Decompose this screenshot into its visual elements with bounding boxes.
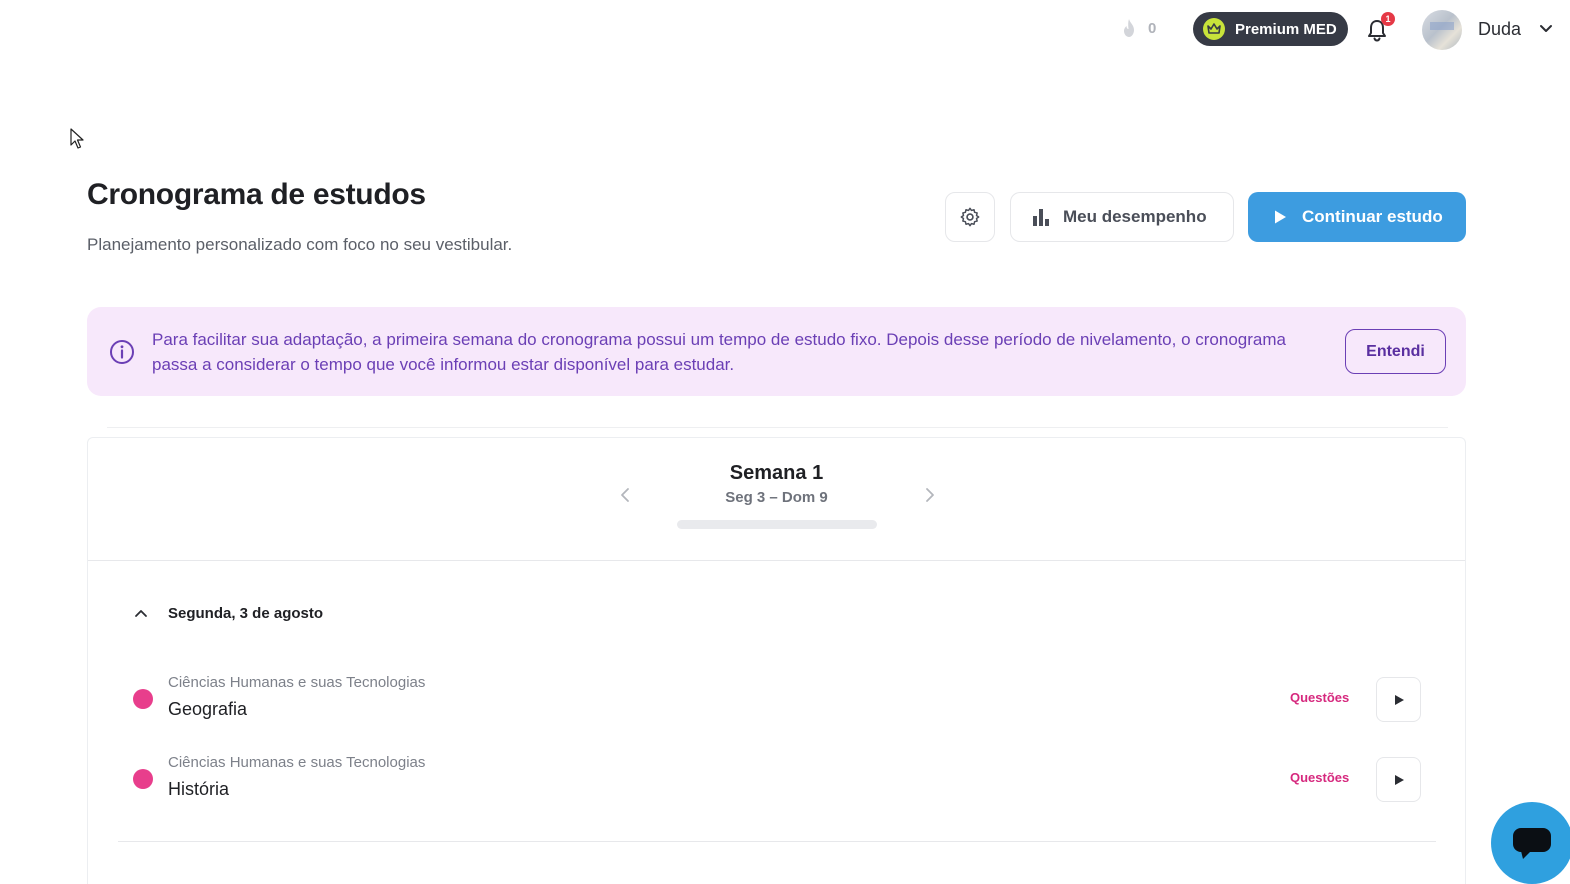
- list-item: Ciências Humanas e suas Tecnologias Hist…: [88, 734, 1465, 804]
- subject-color-dot: [133, 769, 153, 789]
- notification-badge: 1: [1381, 12, 1395, 26]
- top-bar: 0 Premium MED 1 Duda: [0, 0, 1570, 60]
- bar-chart-icon: [1033, 209, 1049, 226]
- page-title: Cronograma de estudos: [87, 178, 426, 211]
- banner-text: Para facilitar sua adaptação, a primeira…: [152, 330, 1286, 374]
- gear-icon: [960, 207, 980, 227]
- performance-label: Meu desempenho: [1063, 207, 1207, 226]
- week-progress-bar: [677, 520, 877, 529]
- chevron-up-icon[interactable]: [134, 608, 148, 618]
- mouse-cursor-icon: [70, 128, 84, 149]
- crown-icon: [1203, 18, 1225, 40]
- divider: [107, 427, 1448, 428]
- task-area: Ciências Humanas e suas Tecnologias: [168, 754, 426, 771]
- premium-badge[interactable]: Premium MED: [1193, 12, 1348, 46]
- task-area: Ciências Humanas e suas Tecnologias: [168, 674, 426, 691]
- week-title: Semana 1: [729, 462, 824, 484]
- week-range: Seg 3 – Dom 9: [725, 489, 828, 506]
- schedule-card: Semana 1 Seg 3 – Dom 9 Segunda, 3 de ago…: [87, 437, 1466, 884]
- list-item: Ciências Humanas e suas Tecnologias Geog…: [88, 654, 1465, 724]
- day-title[interactable]: Segunda, 3 de agosto: [168, 605, 323, 622]
- chevron-down-icon[interactable]: [1539, 24, 1553, 34]
- divider: [118, 841, 1436, 842]
- play-icon: [1275, 210, 1286, 224]
- streak-counter[interactable]: 0: [1120, 18, 1156, 38]
- user-name[interactable]: Duda: [1478, 19, 1521, 40]
- task-subject: Geografia: [168, 699, 248, 719]
- understood-button[interactable]: Entendi: [1345, 329, 1446, 374]
- chat-icon: [1513, 828, 1551, 859]
- chat-button[interactable]: [1491, 802, 1570, 884]
- streak-count: 0: [1148, 19, 1157, 37]
- task-play-button[interactable]: [1376, 677, 1421, 722]
- task-play-button[interactable]: [1376, 757, 1421, 802]
- info-icon: [110, 340, 134, 364]
- info-banner: Para facilitar sua adaptação, a primeira…: [87, 307, 1466, 396]
- premium-label: Premium MED: [1235, 20, 1337, 38]
- flame-icon: [1124, 19, 1134, 37]
- continue-label: Continuar estudo: [1302, 207, 1443, 226]
- avatar[interactable]: [1422, 10, 1462, 50]
- task-subject: História: [168, 779, 230, 799]
- play-icon: [1394, 694, 1404, 705]
- task-type: Questões: [1290, 770, 1350, 785]
- week-navigator: Semana 1 Seg 3 – Dom 9: [88, 438, 1465, 561]
- task-type: Questões: [1290, 690, 1350, 705]
- performance-button[interactable]: Meu desempenho: [1010, 192, 1234, 242]
- subject-color-dot: [133, 689, 153, 709]
- settings-button[interactable]: [945, 192, 995, 242]
- play-icon: [1394, 774, 1404, 785]
- continue-study-button[interactable]: Continuar estudo: [1248, 192, 1466, 242]
- page-subtitle: Planejamento personalizado com foco no s…: [87, 235, 513, 254]
- chevron-right-icon[interactable]: [923, 486, 937, 504]
